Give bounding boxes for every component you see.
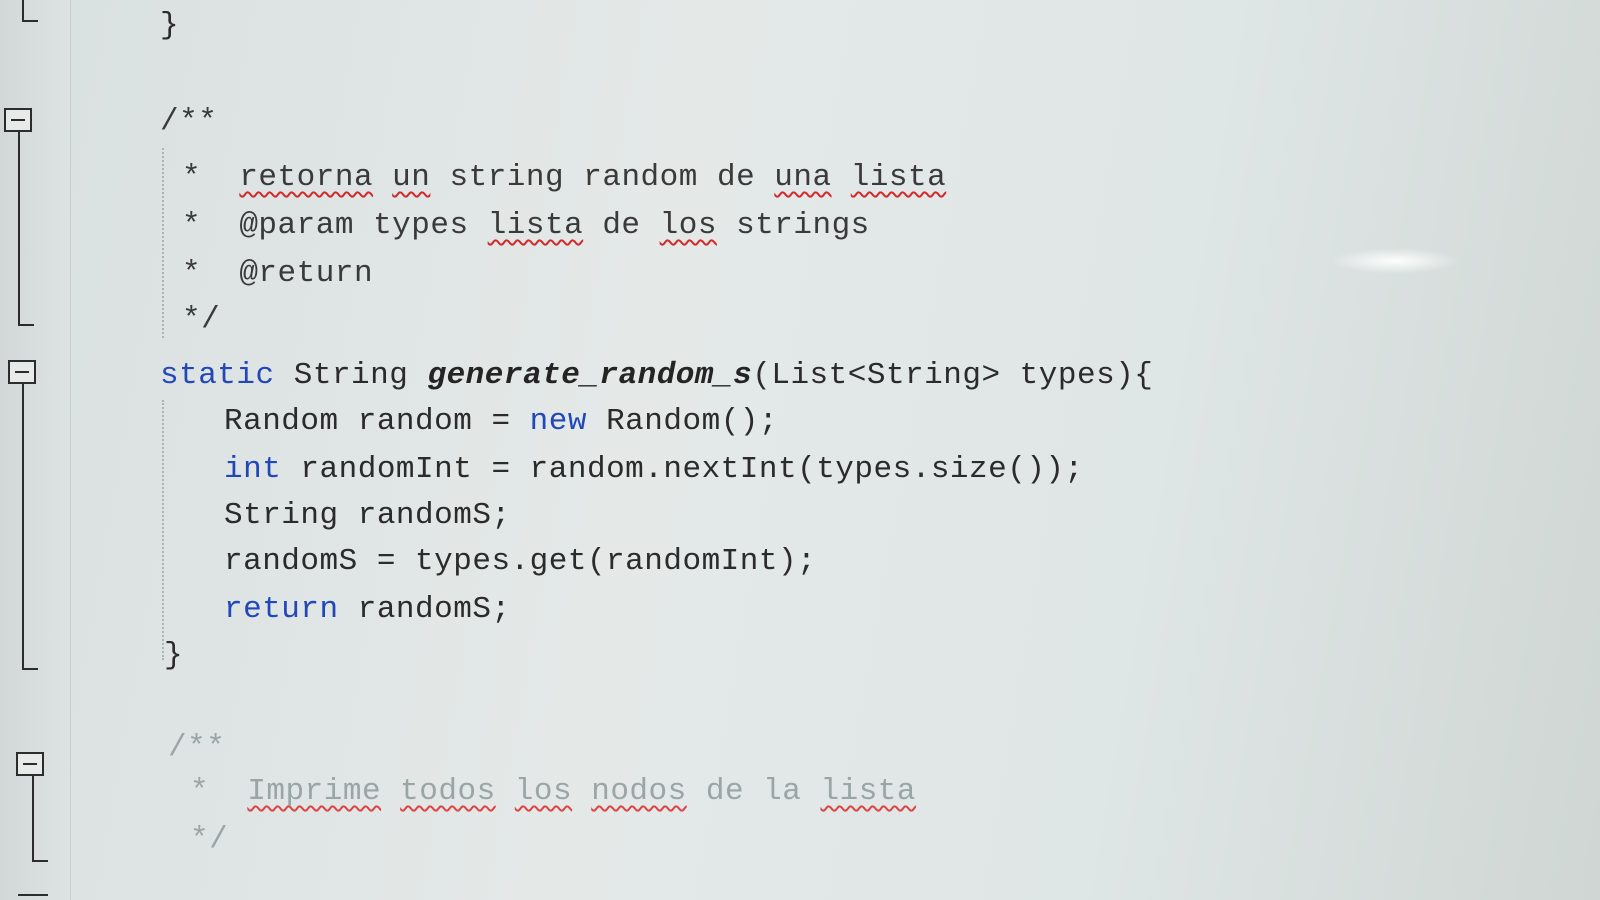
method-signature: static String generate_random_s(List<Str…	[160, 358, 1154, 393]
fold-collapse-button[interactable]	[4, 108, 32, 132]
code-line: return randomS;	[224, 592, 511, 627]
code-line: Random random = new Random();	[224, 404, 778, 439]
fold-collapse-button[interactable]	[16, 752, 44, 776]
code-editor[interactable]: } /** * retorna un string random de una …	[0, 0, 1600, 900]
doc-comment-open: /**	[168, 730, 226, 765]
closing-brace: }	[160, 8, 180, 43]
fold-end-marker	[18, 894, 48, 896]
method-closing-brace: }	[164, 638, 184, 673]
screen-glare	[1330, 248, 1460, 274]
fold-guide-line	[22, 0, 24, 20]
doc-comment-line: * @param types lista de los strings	[182, 208, 870, 243]
doc-comment-close: */	[182, 302, 221, 337]
fold-collapse-button[interactable]	[8, 360, 36, 384]
fold-end-marker	[18, 324, 34, 326]
keyword: static	[160, 358, 275, 393]
fold-end-marker	[22, 20, 38, 22]
doc-comment-line: * retorna un string random de una lista	[182, 160, 947, 195]
fold-guide-line	[18, 132, 20, 324]
fold-end-marker	[22, 668, 38, 670]
method-name: generate_random_s	[427, 358, 753, 393]
indent-guide	[162, 148, 164, 338]
doc-comment-line: * Imprime todos los nodos de la lista	[190, 774, 917, 809]
code-line: int randomInt = random.nextInt(types.siz…	[224, 452, 1084, 487]
fold-guide-line	[22, 384, 24, 668]
fold-guide-line	[32, 776, 34, 860]
doc-comment-line: * @return	[182, 256, 374, 291]
indent-guide	[162, 400, 164, 660]
fold-end-marker	[32, 860, 48, 862]
doc-comment-close: */	[190, 822, 229, 857]
doc-comment-open: /**	[160, 104, 218, 139]
code-line: randomS = types.get(randomInt);	[224, 544, 817, 579]
code-line: String randomS;	[224, 498, 511, 533]
